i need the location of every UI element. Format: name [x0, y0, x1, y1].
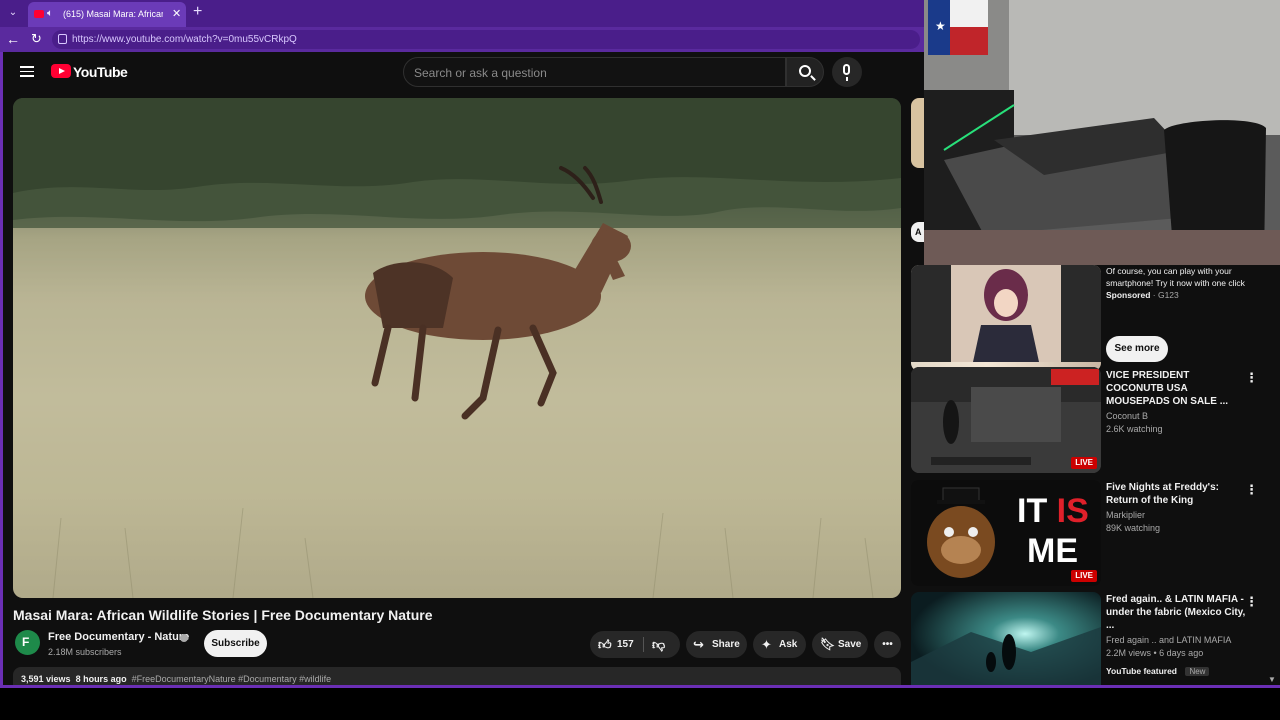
speaker-icon[interactable]: 🔈︎ — [47, 8, 53, 19]
live-badge: LIVE — [1071, 570, 1097, 582]
voice-search-button[interactable] — [832, 57, 862, 87]
video-title: Masai Mara: African Wildlife Stories | F… — [13, 607, 433, 623]
like-divider — [643, 637, 644, 652]
ask-button[interactable]: ✦ Ask — [753, 631, 806, 658]
rec-channel[interactable]: Fred again .. and LATIN MAFIA — [1106, 635, 1246, 645]
rec-badges: YouTube featured New — [1106, 661, 1246, 679]
rec-channel[interactable]: Coconut B — [1106, 411, 1246, 421]
rec-meta: 89K watching — [1106, 523, 1161, 533]
youtube-logo-icon[interactable] — [51, 64, 71, 78]
thumb-text-line1: IT IS — [1017, 494, 1089, 528]
webcam-overlay: ★ — [924, 0, 1280, 265]
new-tab-plus-icon[interactable]: + — [193, 3, 202, 21]
ad-anime-artwork — [911, 265, 1101, 362]
youtube-wordmark[interactable]: YouTube — [73, 64, 128, 80]
rec-thumbnail-1[interactable]: LIVE — [911, 367, 1101, 473]
more-vertical-icon[interactable]: ⋮ — [1245, 594, 1258, 610]
browser-tab-bar: ⌄ 🔈︎ (615) Masai Mara: African Wildl ✕ + — [0, 0, 924, 27]
rec-thumbnail-2[interactable]: IT IS ME LIVE — [911, 480, 1101, 586]
new-badge: New — [1185, 667, 1210, 676]
svg-text:★: ★ — [935, 19, 946, 33]
rec-title[interactable]: Fred again.. & LATIN MAFIA - under the f… — [1106, 593, 1246, 632]
live-badge: LIVE — [1071, 457, 1097, 469]
video-frame-topi-antelope — [13, 98, 901, 598]
tab-title: (615) Masai Mara: African Wildl — [63, 9, 163, 19]
search-button[interactable] — [786, 57, 824, 87]
see-more-button[interactable]: See more — [1106, 336, 1168, 362]
save-label: Save — [838, 639, 862, 650]
close-tab-icon[interactable]: ✕ — [172, 7, 181, 20]
ad-thumbnail[interactable] — [911, 265, 1101, 371]
hashtags[interactable]: #FreeDocumentaryNature #Documentary #wil… — [132, 674, 332, 684]
address-bar: ← ↻ https://www.youtube.com/watch?v=0mu5… — [0, 27, 924, 52]
like-dislike-group: 👍︎ 157 👎︎ — [590, 631, 680, 658]
more-actions-button[interactable]: ••• — [874, 631, 901, 658]
rec-info-2[interactable]: Five Nights at Freddy's: Return of the K… — [1106, 481, 1246, 533]
rec-info-1[interactable]: VICE PRESIDENT COCONUTB USA MOUSEPADS ON… — [1106, 369, 1246, 434]
microphone-icon — [843, 64, 850, 81]
menu-hamburger-icon[interactable] — [20, 66, 34, 77]
like-count[interactable]: 157 — [617, 631, 634, 658]
upload-time: 8 hours ago — [75, 674, 127, 684]
ad-sponsor-line: Sponsored · G123 — [1106, 290, 1179, 300]
ask-label: Ask — [779, 639, 798, 650]
sidebar-ad-thumbnail-edge[interactable] — [911, 98, 925, 168]
rec-meta: 2.6K watching — [1106, 424, 1163, 434]
window-border-left — [0, 52, 3, 688]
webcam-bedroom-image: ★ — [924, 0, 1280, 265]
scrollbar-down-arrow-icon[interactable]: ▼ — [1268, 675, 1276, 684]
taskbar-area — [0, 688, 1280, 720]
rec-title[interactable]: Five Nights at Freddy's: Return of the K… — [1106, 481, 1246, 507]
youtube-favicon-icon — [34, 10, 44, 18]
browser-tab-active[interactable]: 🔈︎ (615) Masai Mara: African Wildl ✕ — [28, 2, 186, 27]
channel-name[interactable]: Free Documentary - Nature — [48, 631, 189, 643]
more-horizontal-icon: ••• — [882, 639, 893, 650]
description-box[interactable]: 3,591 views 8 hours ago #FreeDocumentary… — [13, 667, 901, 685]
ad-text[interactable]: Of course, you can play with your smartp… — [1106, 265, 1256, 289]
bookmark-icon: 🔖︎ — [820, 637, 836, 651]
rec-meta: 2.2M views • 6 days ago — [1106, 648, 1204, 658]
subscribe-button[interactable]: Subscribe — [204, 630, 267, 657]
share-button[interactable]: ↪ Share — [686, 631, 747, 658]
thumb-word-is: IS — [1056, 492, 1089, 530]
rec-channel[interactable]: Markiplier — [1106, 510, 1246, 520]
concert-thumbnail-art — [911, 592, 1101, 685]
share-arrow-icon: ↪ — [693, 637, 704, 652]
thumb-word-it: IT — [1017, 492, 1048, 530]
search-placeholder: Search or ask a question — [414, 66, 547, 80]
url-field[interactable]: https://www.youtube.com/watch?v=0mu55vCR… — [52, 30, 920, 49]
thumb-word-me: ME — [1027, 532, 1078, 570]
more-vertical-icon[interactable]: ⋮ — [1245, 482, 1258, 498]
rec-title[interactable]: VICE PRESIDENT COCONUTB USA MOUSEPADS ON… — [1106, 369, 1246, 408]
save-button[interactable]: 🔖︎ Save — [812, 631, 868, 658]
tab-list-chevron-icon[interactable]: ⌄ — [4, 4, 22, 22]
share-label: Share — [712, 639, 740, 650]
rec-info-3[interactable]: Fred again.. & LATIN MAFIA - under the f… — [1106, 593, 1246, 679]
verified-check-icon — [180, 634, 188, 642]
back-arrow-icon[interactable]: ← — [6, 31, 20, 47]
thumbs-up-icon[interactable]: 👍︎ — [598, 631, 612, 658]
sparkle-icon: ✦ — [761, 637, 772, 652]
view-count: 3,591 views — [21, 674, 71, 684]
search-icon — [799, 65, 811, 77]
rec-thumbnail-3[interactable] — [911, 592, 1101, 685]
video-player[interactable] — [13, 98, 901, 598]
sidebar-filter-chip[interactable]: A — [911, 222, 925, 242]
search-input[interactable]: Search or ask a question — [403, 57, 786, 87]
site-info-icon[interactable] — [58, 34, 67, 44]
url-text[interactable]: https://www.youtube.com/watch?v=0mu55vCR… — [72, 34, 297, 45]
featured-label: YouTube featured — [1106, 666, 1177, 676]
description-meta: 3,591 views 8 hours ago #FreeDocumentary… — [21, 674, 331, 684]
thumbs-down-icon[interactable]: 👎︎ — [652, 631, 665, 658]
ad-advertiser: G123 — [1157, 290, 1179, 300]
more-vertical-icon[interactable]: ⋮ — [1245, 370, 1258, 386]
reload-icon[interactable]: ↻ — [31, 31, 42, 47]
sponsored-label: Sponsored — [1106, 290, 1151, 300]
subscriber-count: 2.18M subscribers — [48, 647, 122, 657]
channel-avatar[interactable] — [15, 630, 40, 655]
